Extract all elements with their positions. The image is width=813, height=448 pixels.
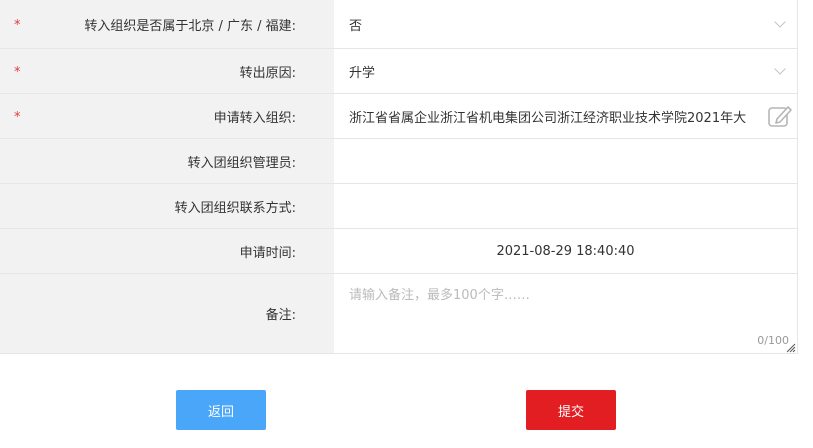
- form-label-cell: 申请时间:: [0, 229, 334, 273]
- region-label: 转入组织是否属于北京 / 广东 / 福建:: [84, 18, 296, 34]
- region-select[interactable]: 否: [334, 0, 797, 48]
- form-row-reason: * 转出原因: 升学: [0, 48, 797, 93]
- submit-button[interactable]: 提交: [526, 390, 616, 430]
- form-row-contact: 转入团组织联系方式:: [0, 183, 797, 228]
- resize-grip-icon[interactable]: [786, 342, 796, 353]
- chevron-down-icon: [774, 63, 786, 75]
- chevron-down-icon: [774, 16, 786, 28]
- target-org-label: 申请转入组织:: [213, 110, 296, 126]
- target-org-field[interactable]: 浙江省省属企业浙江省机电集团公司浙江经济职业技术学院2021年大: [334, 94, 797, 138]
- form-label-cell: 备注:: [0, 274, 334, 353]
- required-mark: *: [14, 18, 21, 33]
- transfer-form: * 转入组织是否属于北京 / 广东 / 福建: 否 * 转出原因: 升学 * 申…: [0, 0, 798, 354]
- apply-time-value: 2021-08-29 18:40:40: [334, 229, 797, 273]
- form-label-cell: * 转入组织是否属于北京 / 广东 / 福建:: [0, 0, 334, 48]
- form-row-remark: 备注: 0/100: [0, 273, 797, 353]
- admin-label: 转入团组织管理员:: [187, 155, 296, 171]
- reason-select[interactable]: 升学: [334, 49, 797, 93]
- form-label-cell: * 转出原因:: [0, 49, 334, 93]
- form-row-apply-time: 申请时间: 2021-08-29 18:40:40: [0, 228, 797, 273]
- contact-value: [334, 184, 797, 228]
- edit-icon[interactable]: [766, 103, 794, 129]
- back-button[interactable]: 返回: [176, 390, 266, 430]
- apply-time-text: 2021-08-29 18:40:40: [496, 243, 635, 259]
- admin-value: [334, 139, 797, 183]
- form-row-admin: 转入团组织管理员:: [0, 138, 797, 183]
- region-select-value: 否: [349, 18, 363, 34]
- form-label-cell: * 申请转入组织:: [0, 94, 334, 138]
- required-mark: *: [14, 110, 21, 125]
- remark-textarea[interactable]: [334, 274, 797, 353]
- form-row-region: * 转入组织是否属于北京 / 广东 / 福建: 否: [0, 0, 797, 48]
- form-label-cell: 转入团组织联系方式:: [0, 184, 334, 228]
- reason-select-value: 升学: [349, 65, 376, 81]
- apply-time-label: 申请时间:: [239, 245, 296, 261]
- form-row-target-org: * 申请转入组织: 浙江省省属企业浙江省机电集团公司浙江经济职业技术学院2021…: [0, 93, 797, 138]
- required-mark: *: [14, 65, 21, 80]
- contact-label: 转入团组织联系方式:: [174, 200, 296, 216]
- target-org-value: 浙江省省属企业浙江省机电集团公司浙江经济职业技术学院2021年大: [349, 110, 747, 126]
- reason-label: 转出原因:: [239, 65, 296, 81]
- remark-label: 备注:: [265, 308, 296, 323]
- remark-char-counter: 0/100: [757, 334, 789, 347]
- form-label-cell: 转入团组织管理员:: [0, 139, 334, 183]
- remark-wrapper: 0/100: [334, 274, 797, 353]
